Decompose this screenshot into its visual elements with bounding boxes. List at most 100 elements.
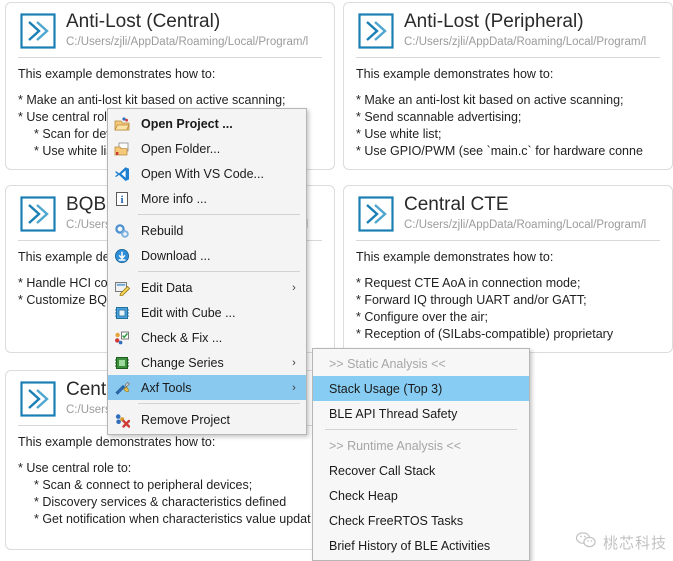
submenu-item[interactable]: BLE API Thread Safety	[313, 401, 529, 426]
submenu-item[interactable]: Brief History of BLE Activities	[313, 533, 529, 558]
card-intro-line: This example demonstrates how to:	[18, 67, 216, 81]
card-intro-line: This example demonstrates how to:	[18, 435, 216, 449]
menu-item-label: Download ...	[141, 248, 211, 263]
card-intro-line: This example demonstrates how to:	[356, 67, 554, 81]
card-bullet-line: * Get notification when characteristics …	[34, 512, 311, 526]
card-path: C:/Users/zjli/AppData/Roaming/Local/Prog…	[404, 36, 647, 48]
project-card[interactable]: Anti-Lost (Peripheral) C:/Users/zjli/AppD…	[343, 2, 673, 170]
watermark: 桃芯科技	[575, 531, 667, 554]
menu-item-label: Open With VS Code...	[141, 166, 264, 181]
menu-item-label: Open Folder...	[141, 141, 221, 156]
card-bullet-line: * Request CTE AoA in connection mode;	[356, 276, 581, 290]
menu-item-label: Remove Project	[141, 412, 230, 427]
card-path: C:/Users/zjli/AppData/Roaming/Local/Prog…	[404, 219, 647, 231]
project-card[interactable]: Central CTE C:/Users/zjli/AppData/Roaming…	[343, 185, 673, 353]
menu-item-label: Edit with Cube ...	[141, 305, 236, 320]
submenu-item[interactable]: Stack Usage (Top 3)	[313, 376, 529, 401]
card-bullet-line: * Configure over the air;	[356, 310, 489, 324]
project-chevron-icon	[356, 194, 396, 234]
submenu-item-label: Stack Usage (Top 3)	[329, 381, 443, 396]
download-icon	[108, 246, 135, 266]
card-bullet-line: * Use central role to:	[18, 461, 132, 475]
menu-item[interactable]: Download ...	[108, 243, 306, 268]
open-project-icon	[108, 114, 135, 134]
rebuild-gears-icon	[108, 221, 135, 241]
card-bullet-line: * Reception of (SILabs-compatible) propr…	[356, 327, 614, 341]
svg-text:i: i	[120, 194, 123, 206]
menu-separator	[138, 214, 300, 215]
card-bullet-line: * Send scannable advertising;	[356, 110, 522, 124]
submenu-item-label: Check FreeRTOS Tasks	[329, 513, 464, 528]
card-bullet-line: * Make an anti-lost kit based on active …	[356, 93, 624, 107]
submenu-item-label: Recover Call Stack	[329, 463, 436, 478]
card-title: Central CTE	[404, 194, 509, 215]
menu-item-label: Rebuild	[141, 223, 184, 238]
card-header: Anti-Lost (Peripheral) C:/Users/zjli/AppD…	[344, 3, 672, 55]
submenu-item-label: BLE API Thread Safety	[329, 406, 458, 421]
menu-item-label: Open Project ...	[141, 116, 233, 131]
submenu-item[interactable]: Check Heap	[313, 483, 529, 508]
card-bullet-line: * Forward IQ through UART and/or GATT;	[356, 293, 587, 307]
card-intro-line: This example demonstrates how to:	[356, 250, 554, 264]
chevron-right-icon: ›	[292, 356, 296, 369]
submenu-item-label: >> Runtime Analysis <<	[329, 438, 462, 453]
menu-item[interactable]: Axf Tools ›	[108, 375, 306, 400]
menu-item[interactable]: Edit Data ›	[108, 275, 306, 300]
submenu-section-header: >> Runtime Analysis <<	[313, 433, 529, 458]
card-title: Anti-Lost (Central)	[66, 11, 221, 32]
menu-item[interactable]: Edit with Cube ...	[108, 300, 306, 325]
card-description: This example demonstrates how to: * Make …	[344, 58, 672, 166]
menu-item-label: Axf Tools	[141, 380, 192, 395]
card-description: This example demonstrates how to: * Reque…	[344, 241, 672, 349]
menu-item[interactable]: Open With VS Code...	[108, 161, 306, 186]
chevron-right-icon: ›	[292, 281, 296, 294]
project-context-menu[interactable]: Open Project ... Open Folder... Open With …	[107, 108, 307, 435]
project-chevron-icon	[18, 379, 58, 419]
menu-item[interactable]: Open Project ...	[108, 111, 306, 136]
menu-item[interactable]: Remove Project	[108, 407, 306, 432]
vscode-icon	[108, 164, 135, 184]
menu-item[interactable]: Check & Fix ...	[108, 325, 306, 350]
remove-project-icon	[108, 410, 135, 430]
project-chevron-icon	[356, 11, 396, 51]
submenu-item-label: >> Static Analysis <<	[329, 356, 446, 371]
submenu-item[interactable]: Check FreeRTOS Tasks	[313, 508, 529, 533]
card-bullet-line: * Discovery services & characteristics d…	[34, 495, 287, 509]
menu-item[interactable]: Rebuild	[108, 218, 306, 243]
menu-item[interactable]: i More info ...	[108, 186, 306, 211]
chip-icon	[108, 353, 135, 373]
card-title-block: Anti-Lost (Peripheral) C:/Users/zjli/AppD…	[404, 9, 662, 51]
cube-chip-icon	[108, 303, 135, 323]
submenu-separator	[325, 429, 517, 430]
card-title-block: Anti-Lost (Central) C:/Users/zjli/AppData…	[66, 9, 324, 51]
menu-separator	[138, 271, 300, 272]
menu-item-label: Check & Fix ...	[141, 330, 223, 345]
project-chevron-icon	[18, 194, 58, 234]
check-fix-icon	[108, 328, 135, 348]
menu-item[interactable]: Change Series ›	[108, 350, 306, 375]
card-path: C:/Users/zjli/AppData/Roaming/Local/Prog…	[66, 36, 309, 48]
submenu-item-label: Check Heap	[329, 488, 398, 503]
axf-tools-submenu[interactable]: >> Static Analysis << Stack Usage (Top 3)…	[312, 348, 530, 561]
card-description: This example demonstrates how to: * Use c…	[6, 426, 334, 534]
card-bullet-line: * Use GPIO/PWM (see `main.c` for hardwar…	[356, 144, 643, 158]
open-folder-icon	[108, 139, 135, 159]
project-chevron-icon	[18, 11, 58, 51]
menu-item-label: Change Series	[141, 355, 224, 370]
tools-icon	[108, 378, 135, 398]
card-title-block: Central CTE C:/Users/zjli/AppData/Roaming…	[404, 192, 662, 234]
menu-item-label: More info ...	[141, 191, 207, 206]
card-bullet-line: * Scan & connect to peripheral devices;	[34, 478, 253, 492]
submenu-item[interactable]: Recover Call Stack	[313, 458, 529, 483]
watermark-text: 桃芯科技	[602, 534, 667, 552]
submenu-item-label: Brief History of BLE Activities	[329, 538, 491, 553]
card-header: Central CTE C:/Users/zjli/AppData/Roaming…	[344, 186, 672, 238]
menu-item[interactable]: Open Folder...	[108, 136, 306, 161]
submenu-section-header: >> Static Analysis <<	[313, 351, 529, 376]
menu-item-label: Edit Data	[141, 280, 193, 295]
edit-data-icon	[108, 278, 135, 298]
